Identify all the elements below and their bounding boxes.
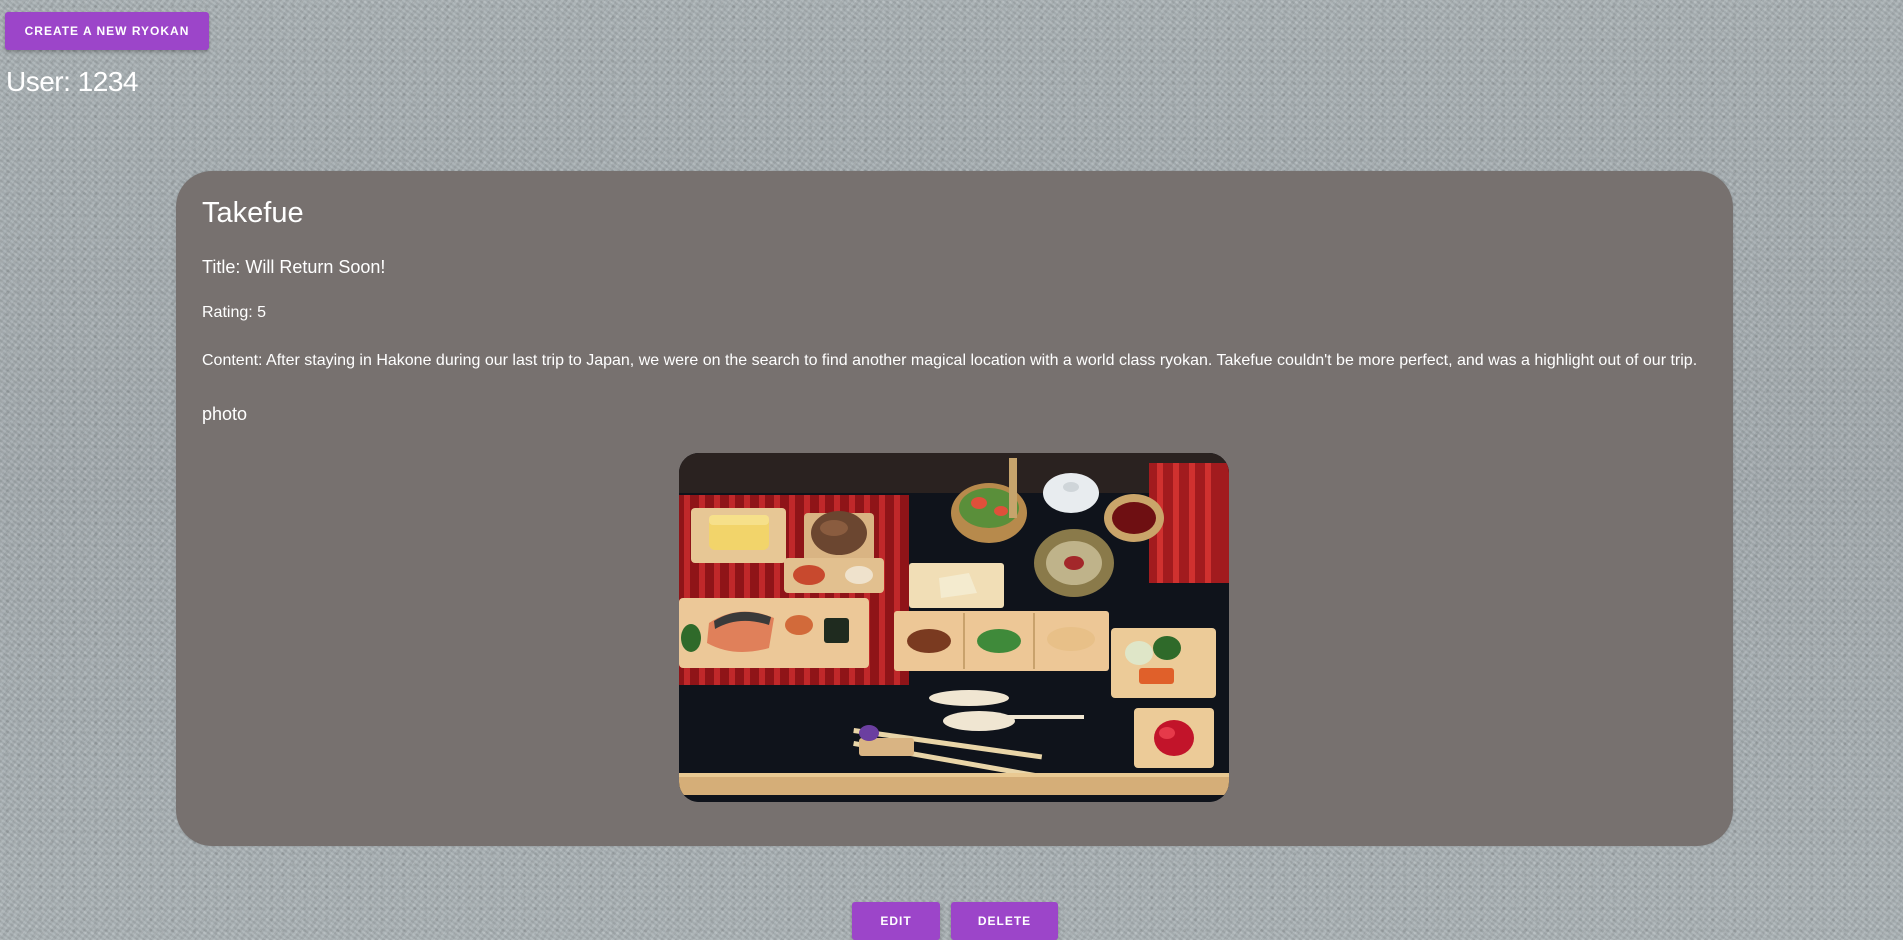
photo-label: photo (202, 404, 248, 424)
review-rating: Rating: 5 (202, 304, 267, 321)
user-label: User: 1234 (6, 66, 138, 97)
delete-button[interactable]: DELETE (951, 902, 1058, 940)
review-title: Title: Will Return Soon! (202, 257, 386, 277)
review-content: Content: After staying in Hakone during … (202, 352, 1698, 369)
create-ryokan-button[interactable]: CREATE A NEW RYOKAN (5, 12, 209, 50)
ryokan-review-card: Takefue Title: Will Return Soon! Rating:… (176, 171, 1733, 846)
ryokan-food-photo (679, 453, 1229, 802)
ryokan-name: Takefue (202, 197, 304, 229)
edit-button[interactable]: EDIT (852, 902, 940, 940)
